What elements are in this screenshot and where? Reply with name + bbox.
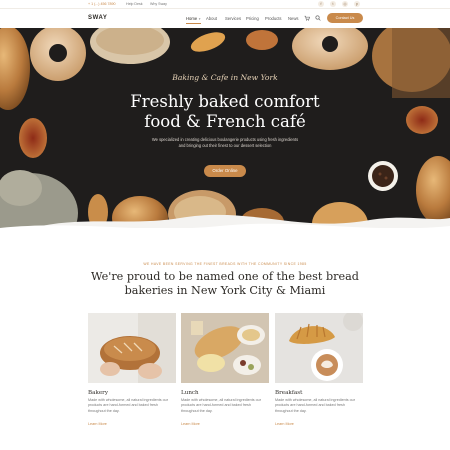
main-nav: SWAY Home▼ About Services Pricing Produc… (0, 9, 450, 28)
section-heading-line-2: bakeries in New York City & Miami (124, 284, 326, 297)
card-title-breakfast: Breakfast (275, 390, 303, 396)
nav-item-products[interactable]: Products (265, 16, 282, 21)
learn-more-breakfast-link[interactable]: Learn More (275, 422, 294, 426)
card-desc-lunch-line-3: throughout the day. (181, 408, 213, 413)
hero-title-line-2: food & French café (144, 112, 306, 131)
logo[interactable]: SWAY (88, 15, 108, 21)
section-heading-line-1: We're proud to be named one of the best … (91, 270, 359, 283)
section-eyebrow: WE HAVE BEEN SERVING THE FINEST BREADS W… (143, 262, 307, 266)
top-bar: + 1 (...) 456 7890 Help Desk Why Sway f … (0, 0, 450, 9)
contact-us-button[interactable]: Contact Us (327, 13, 363, 23)
bakery-image[interactable] (88, 313, 176, 383)
hero-title-line-1: Freshly baked comfort (130, 92, 320, 111)
pinterest-icon[interactable]: p (354, 1, 360, 7)
card-title-bakery: Bakery (88, 390, 108, 396)
facebook-icon[interactable]: f (318, 1, 324, 7)
nav-label: Home (186, 16, 198, 21)
cart-icon[interactable] (304, 15, 310, 23)
learn-more-bakery-link[interactable]: Learn More (88, 422, 107, 426)
instagram-icon[interactable]: ◎ (342, 1, 348, 7)
hero-content: Baking & Cafe in New York Freshly baked … (0, 28, 450, 228)
phone-number[interactable]: + 1 (...) 456 7890 (88, 2, 115, 6)
learn-more-lunch-link[interactable]: Learn More (181, 422, 200, 426)
nav-item-pricing[interactable]: Pricing (246, 16, 259, 21)
chevron-down-icon: ▼ (198, 17, 202, 21)
breakfast-image[interactable] (275, 313, 363, 383)
help-desk-link[interactable]: Help Desk (126, 2, 143, 6)
search-icon[interactable] (315, 15, 321, 23)
nav-item-home[interactable]: Home▼ (186, 16, 202, 24)
hero-subtitle-line-2: and bringing out their finest to our des… (178, 143, 272, 148)
nav-item-about[interactable]: About (206, 16, 217, 21)
twitter-icon[interactable]: t (330, 1, 336, 7)
card-desc-breakfast-line-3: throughout the day. (275, 408, 307, 413)
hero-script-title: Baking & Cafe in New York (172, 73, 278, 82)
lunch-image[interactable] (181, 313, 269, 383)
card-desc-bakery-line-3: throughout the day. (88, 408, 120, 413)
nav-item-services[interactable]: Services (225, 16, 241, 21)
nav-item-news[interactable]: News (288, 16, 298, 21)
order-online-button[interactable]: Order Online (204, 165, 246, 177)
why-sway-link[interactable]: Why Sway (150, 2, 167, 6)
hero-section: Baking & Cafe in New York Freshly baked … (0, 28, 450, 228)
card-title-lunch: Lunch (181, 390, 199, 396)
